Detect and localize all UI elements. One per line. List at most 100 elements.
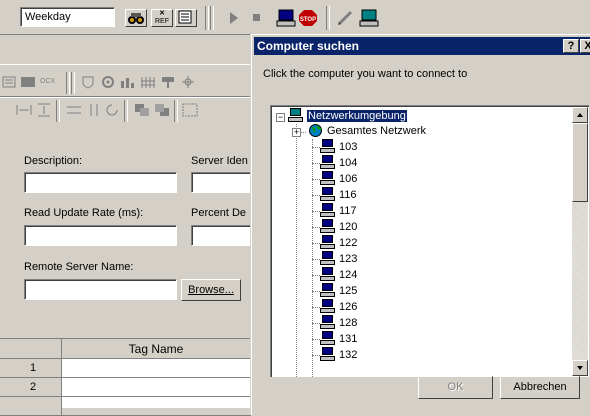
tree-node-label: Gesamtes Netzwerk xyxy=(327,125,427,137)
browse-button-label: Browse... xyxy=(188,284,234,296)
computer-icon xyxy=(320,299,335,314)
binoculars-icon[interactable] xyxy=(125,9,147,27)
grid-header-tag-name[interactable]: Tag Name xyxy=(62,339,251,359)
vertical-scrollbar[interactable] xyxy=(572,107,588,376)
ref-icon[interactable]: ✕ REF xyxy=(151,9,173,27)
computer-icon xyxy=(320,219,335,234)
send-back-icon[interactable] xyxy=(154,103,170,117)
view-select[interactable]: Weekday xyxy=(20,7,115,27)
computer-icon xyxy=(320,235,335,250)
bring-front-icon[interactable] xyxy=(134,103,150,117)
drawing-toolbar: OCX xyxy=(0,60,251,126)
tree-connector xyxy=(312,307,320,308)
grid-icon[interactable] xyxy=(140,75,156,89)
dialog-titlebar[interactable]: Computer suchen ? X xyxy=(254,37,590,55)
toolbar-separator xyxy=(205,6,209,30)
row-number: 1 xyxy=(30,362,37,374)
crosshair-icon[interactable] xyxy=(180,75,196,89)
tree-connector xyxy=(312,163,320,164)
tree-connector xyxy=(312,243,320,244)
help-button[interactable]: ? xyxy=(563,39,579,53)
scroll-down-button[interactable] xyxy=(572,360,588,376)
computer-icon xyxy=(320,315,335,330)
rect-fill-icon[interactable] xyxy=(20,76,36,90)
tree-node-computer[interactable]: 104 xyxy=(320,155,357,171)
play-icon[interactable] xyxy=(228,11,244,25)
form-icon[interactable] xyxy=(175,9,197,27)
percent-field[interactable] xyxy=(191,225,253,246)
computer-icon[interactable] xyxy=(276,9,296,27)
align-h-icon[interactable] xyxy=(16,103,32,117)
computer-tree[interactable]: − Netzwerkumgebung + Gesamtes Netzwerk 1… xyxy=(270,105,589,377)
computer-search-dialog: Computer suchen ? X Click the computer y… xyxy=(251,34,590,415)
read-rate-field[interactable] xyxy=(24,225,177,246)
tree-node-computer[interactable]: 117 xyxy=(320,203,357,219)
table-row-header[interactable]: 2 xyxy=(0,378,62,397)
tree-node-computer[interactable]: 126 xyxy=(320,299,357,315)
close-icon: X xyxy=(584,40,590,52)
tree-node-label: 103 xyxy=(339,141,358,153)
tree-root-node[interactable]: Netzwerkumgebung xyxy=(288,108,408,124)
scroll-thumb[interactable] xyxy=(572,123,588,202)
ocx-icon[interactable]: OCX xyxy=(40,78,62,92)
table-cell[interactable] xyxy=(62,359,251,378)
tree-node-computer[interactable]: 122 xyxy=(320,235,357,251)
expand-toggle[interactable]: + xyxy=(292,128,301,137)
tree-node-computer[interactable]: 125 xyxy=(320,283,357,299)
table-cell[interactable] xyxy=(62,378,251,397)
computer-icon xyxy=(320,331,335,346)
remote-server-field[interactable] xyxy=(24,279,177,300)
dialog-instruction: Click the computer you want to connect t… xyxy=(263,68,468,80)
globe-icon xyxy=(308,123,323,138)
browse-button[interactable]: Browse... xyxy=(181,279,241,301)
stop-square-icon[interactable] xyxy=(252,13,268,27)
tree-node-computer[interactable]: 103 xyxy=(320,139,357,155)
chart-icon[interactable] xyxy=(120,75,136,89)
computer-icon xyxy=(320,347,335,362)
description-field[interactable] xyxy=(24,172,177,193)
tree-node-computer[interactable]: 124 xyxy=(320,267,357,283)
tree-node-computer[interactable]: 128 xyxy=(320,315,357,331)
align-v-icon[interactable] xyxy=(36,103,52,117)
tree-node-computer[interactable]: 123 xyxy=(320,251,357,267)
stop-sign-icon[interactable]: STOP xyxy=(298,9,318,27)
ok-button[interactable]: OK xyxy=(418,376,493,399)
tree-node-entire-network[interactable]: Gesamtes Netzwerk xyxy=(308,123,426,139)
space-v-icon[interactable] xyxy=(86,103,102,117)
space-h-icon[interactable] xyxy=(66,103,82,117)
pen-icon[interactable] xyxy=(336,9,356,27)
table-row-header[interactable]: 1 xyxy=(0,359,62,378)
tree-root-label: Netzwerkumgebung xyxy=(306,109,408,123)
tree-node-computer[interactable]: 120 xyxy=(320,219,357,235)
tree-node-label: 126 xyxy=(339,301,358,313)
group-icon[interactable] xyxy=(182,103,198,117)
tool-icon[interactable] xyxy=(160,75,176,89)
toolbar-separator xyxy=(71,72,75,94)
scroll-up-button[interactable] xyxy=(572,107,588,123)
computer-icon xyxy=(320,267,335,282)
tree-node-computer[interactable]: 116 xyxy=(320,187,357,203)
collapse-toggle[interactable]: − xyxy=(276,113,285,122)
tree-node-label: 120 xyxy=(339,221,358,233)
server-id-label: Server Iden xyxy=(191,155,248,167)
shield-icon[interactable] xyxy=(80,75,96,89)
tree-node-computer[interactable]: 106 xyxy=(320,171,357,187)
computer-icon xyxy=(320,171,335,186)
tree-connector xyxy=(312,147,320,148)
lines-icon[interactable] xyxy=(2,76,18,90)
rotate-icon[interactable] xyxy=(104,103,120,117)
tree-node-computer[interactable]: 132 xyxy=(320,347,357,363)
tree-node-computer[interactable]: 131 xyxy=(320,331,357,347)
grid-header-label: Tag Name xyxy=(128,342,184,356)
tree-connector xyxy=(312,355,320,356)
toolbar-separator xyxy=(326,6,330,30)
grid-corner xyxy=(0,339,62,359)
network-neighborhood-icon xyxy=(288,108,303,123)
network-computer-icon[interactable] xyxy=(358,9,380,27)
cancel-button[interactable]: Abbrechen xyxy=(500,376,580,399)
tree-connector xyxy=(312,211,320,212)
close-button[interactable]: X xyxy=(580,39,590,53)
server-id-field[interactable] xyxy=(191,172,253,193)
gear-icon[interactable] xyxy=(100,75,116,89)
read-rate-label: Read Update Rate (ms): xyxy=(24,207,144,219)
